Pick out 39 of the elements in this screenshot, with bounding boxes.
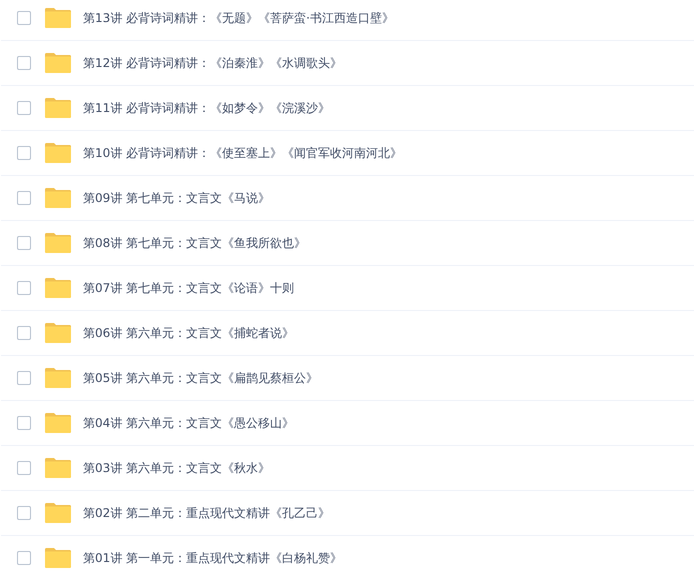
folder-icon <box>45 368 71 388</box>
folder-name[interactable]: 第11讲 必背诗词精讲：《如梦令》《浣溪沙》 <box>83 100 330 116</box>
folder-icon <box>45 188 71 208</box>
folder-icon <box>45 233 71 253</box>
folder-name[interactable]: 第08讲 第七单元：文言文《鱼我所欲也》 <box>83 234 306 252</box>
folder-name[interactable]: 第01讲 第一单元：重点现代文精讲《白杨礼赞》 <box>83 550 342 566</box>
folder-icon <box>45 548 71 568</box>
folder-icon <box>45 98 71 118</box>
folder-name[interactable]: 第07讲 第七单元：文言文《论语》十则 <box>83 280 294 296</box>
folder-name[interactable]: 第04讲 第六单元：文言文《愚公移山》 <box>83 414 294 432</box>
checkbox[interactable] <box>17 461 31 475</box>
checkbox[interactable] <box>17 371 31 385</box>
checkbox[interactable] <box>17 326 31 340</box>
checkbox[interactable] <box>17 191 31 205</box>
folder-name[interactable]: 第05讲 第六单元：文言文《扁鹊见蔡桓公》 <box>83 370 318 386</box>
checkbox[interactable] <box>17 281 31 295</box>
folder-icon <box>45 323 71 343</box>
folder-icon <box>45 8 71 28</box>
checkbox[interactable] <box>17 101 31 115</box>
checkbox[interactable] <box>17 146 31 160</box>
folder-name[interactable]: 第13讲 必背诗词精讲：《无题》《菩萨蛮·书江西造口壁》 <box>83 10 394 26</box>
folder-icon <box>45 503 71 523</box>
checkbox[interactable] <box>17 236 31 250</box>
folder-name[interactable]: 第12讲 必背诗词精讲：《泊秦淮》《水调歌头》 <box>83 54 342 72</box>
folder-name[interactable]: 第09讲 第七单元：文言文《马说》 <box>83 190 270 206</box>
folder-name[interactable]: 第02讲 第二单元：重点现代文精讲《孔乙己》 <box>83 504 330 522</box>
checkbox[interactable] <box>17 56 31 70</box>
folder-name[interactable]: 第03讲 第六单元：文言文《秋水》 <box>83 460 270 476</box>
folder-icon <box>45 413 71 433</box>
folder-icon <box>45 53 71 73</box>
folder-icon <box>45 278 71 298</box>
checkbox[interactable] <box>17 11 31 25</box>
folder-name[interactable]: 第06讲 第六单元：文言文《捕蛇者说》 <box>83 324 294 342</box>
folder-name[interactable]: 第10讲 必背诗词精讲：《使至塞上》《闻官军收河南河北》 <box>83 144 402 162</box>
checkbox[interactable] <box>17 506 31 520</box>
folder-icon <box>45 458 71 478</box>
checkbox[interactable] <box>17 416 31 430</box>
folder-icon <box>45 143 71 163</box>
checkbox[interactable] <box>17 551 31 565</box>
